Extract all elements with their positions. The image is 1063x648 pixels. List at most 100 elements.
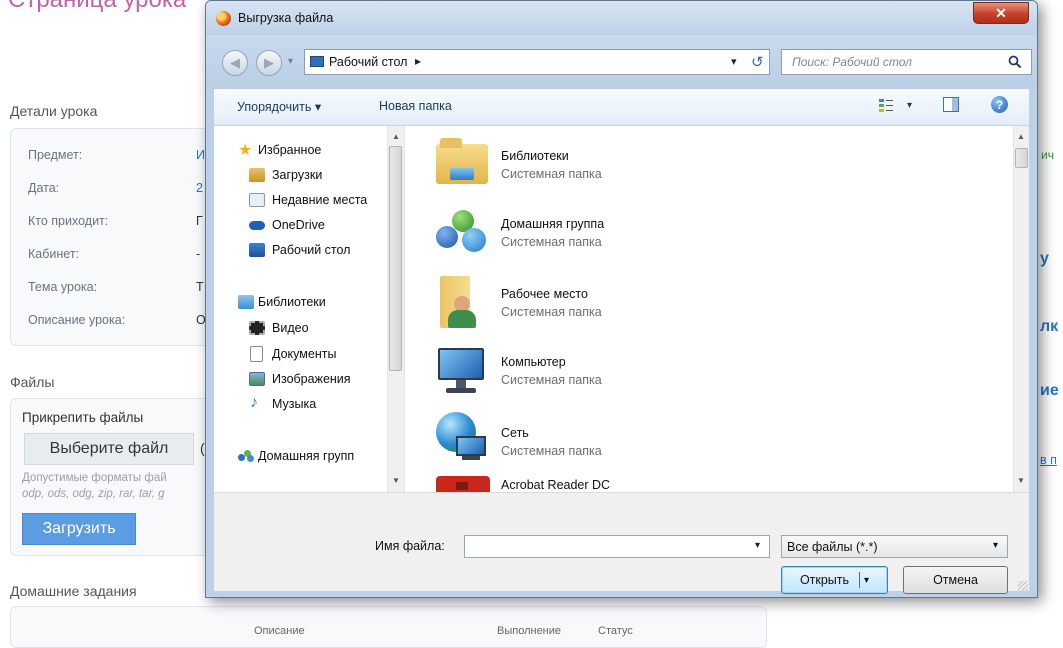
nav-item-label: Домашняя групп [258,449,355,463]
back-button[interactable]: ◀ [222,50,248,76]
list-item[interactable]: Библиотеки Системная папка [405,134,1005,196]
list-item[interactable]: Рабочее место Системная папка [405,272,1005,334]
nav-item-favorites[interactable]: ★ Избранное [214,140,386,160]
firefox-icon [216,11,231,26]
forward-arrow-icon: ▶ [264,55,274,70]
address-dropdown-icon[interactable]: ▾ [731,55,737,68]
nav-item-label: Загрузки [272,168,323,182]
file-scroll-up-icon[interactable]: ▲ [1017,132,1025,141]
desktop-icon [249,243,265,257]
nav-item-desktop[interactable]: Рабочий стол [214,240,386,260]
history-dropdown-icon[interactable]: ▾ [288,56,293,67]
field-value-subject[interactable]: И [196,148,205,162]
homework-heading: Домашние задания [10,583,137,599]
new-folder-button[interactable]: Новая папка [379,99,452,113]
filetype-value: Все файлы (*.*) [787,540,878,554]
list-item[interactable]: Сеть Системная папка [405,408,1005,470]
filename-label: Имя файла: [375,539,445,553]
dialog-title: Выгрузка файла [238,11,334,25]
list-item[interactable]: Домашняя группа Системная папка [405,202,1005,264]
nav-item-downloads[interactable]: Загрузки [214,165,386,185]
file-name: Компьютер [501,355,566,369]
desktop-icon [310,56,324,67]
file-type: Системная папка [501,373,602,387]
right-fragment-5[interactable]: в п [1040,453,1057,467]
recent-places-icon [249,193,265,207]
filename-field[interactable]: ▾ [464,535,770,558]
homework-panel [10,606,767,648]
nav-item-libraries[interactable]: Библиотеки [214,292,386,312]
computer-icon [436,346,488,398]
user-folder-icon [436,276,488,328]
nav-scroll-thumb[interactable] [389,146,402,371]
search-icon[interactable] [1008,55,1022,69]
field-label-room: Кабинет: [28,247,80,261]
view-dropdown-icon[interactable]: ▾ [907,100,912,111]
address-text: Рабочий стол [329,55,408,69]
open-button-label: Открыть [799,573,850,587]
resize-grip[interactable] [1018,581,1028,591]
documents-icon [250,346,263,362]
file-type: Системная папка [501,167,602,181]
acrobat-icon [436,476,490,492]
nav-item-label: Недавние места [272,193,368,207]
field-label-attendee: Кто приходит: [28,214,109,228]
file-scroll-down-icon[interactable]: ▼ [1017,476,1025,485]
field-label-subject: Предмет: [28,148,83,162]
formats-hint-line1: Допустимые форматы фай [22,472,167,484]
nav-item-label: Изображения [272,372,351,386]
list-item[interactable]: Компьютер Системная папка [405,340,1005,402]
nav-item-recent-places[interactable]: Недавние места [214,190,386,210]
nav-item-documents[interactable]: Документы [214,344,386,364]
nav-item-label: Библиотеки [258,295,326,309]
nav-scroll-up-icon[interactable]: ▲ [392,132,400,141]
table-header-status: Статус [598,625,633,637]
view-options-icon[interactable] [878,97,894,113]
nav-item-label: Избранное [258,143,322,157]
help-icon[interactable]: ? [991,96,1008,113]
nav-scroll-down-icon[interactable]: ▼ [392,476,400,485]
network-icon [436,412,488,464]
filename-input[interactable] [468,538,738,554]
attach-files-label: Прикрепить файлы [22,410,144,425]
close-icon: ✕ [995,4,1007,21]
close-button[interactable]: ✕ [973,2,1029,24]
open-dropdown-icon[interactable]: ▾ [864,575,869,586]
cancel-button[interactable]: Отмена [903,566,1008,594]
nav-item-music[interactable]: ♪ Музыка [214,394,386,414]
split-divider [859,572,861,588]
open-button[interactable]: Открыть ▾ [781,566,888,594]
table-header-completion: Выполнение [497,625,562,637]
nav-item-images[interactable]: Изображения [214,369,386,389]
choose-file-status: ( [200,440,205,456]
choose-file-button[interactable]: Выберите файл [24,433,194,465]
right-fragment-3: лк [1040,318,1059,335]
file-type: Системная папка [501,235,602,249]
file-list-scrollbar[interactable] [1013,126,1029,492]
nav-item-label: OneDrive [272,218,325,232]
filename-dropdown-icon[interactable]: ▾ [755,540,760,551]
nav-item-onedrive[interactable]: OneDrive [214,215,386,235]
field-value-date[interactable]: 2 [196,181,203,195]
music-icon: ♪ [250,394,258,411]
nav-item-label: Видео [272,321,309,335]
refresh-icon[interactable]: ↺ [751,53,764,71]
file-scroll-thumb[interactable] [1015,148,1028,168]
address-bar[interactable]: Рабочий стол ▸ ▾ ↺ [304,49,770,75]
filetype-select[interactable]: Все файлы (*.*) ▾ [781,535,1008,558]
upload-button[interactable]: Загрузить [22,513,136,545]
file-list-pane: ▲ ▼ Библиотеки Системная папка Домашняя … [405,126,1029,492]
preview-pane-icon[interactable] [943,97,959,112]
breadcrumb-arrow-icon[interactable]: ▸ [415,54,421,68]
forward-button[interactable]: ▶ [256,50,282,76]
chevron-down-icon: ▾ [993,540,999,551]
nav-item-homegroup[interactable]: Домашняя групп [214,446,386,466]
list-item[interactable]: Acrobat Reader DC [405,474,1005,492]
files-heading: Файлы [10,374,55,390]
search-box[interactable] [781,49,1032,75]
onedrive-icon [249,221,265,230]
field-value-attendee: Г [196,214,203,228]
organize-menu[interactable]: Упорядочить ▾ [237,99,321,114]
search-input[interactable] [792,54,1002,70]
nav-item-video[interactable]: Видео [214,318,386,338]
